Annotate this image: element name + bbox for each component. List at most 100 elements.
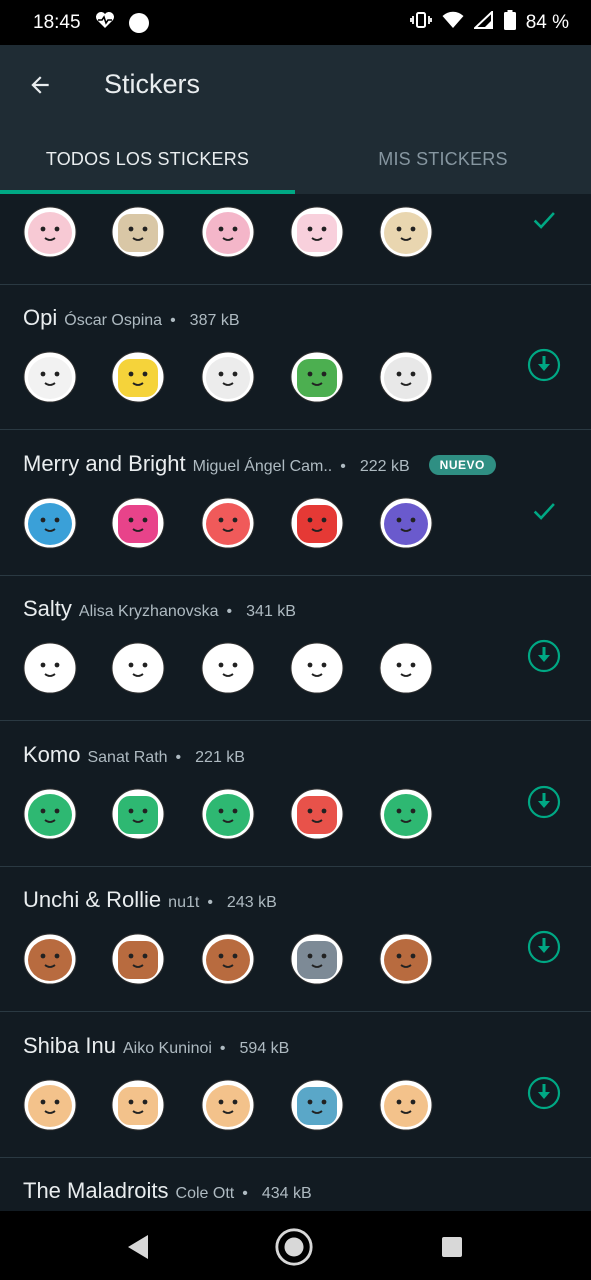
sticker-bear-hi[interactable] (20, 200, 80, 260)
download-button[interactable] (526, 638, 562, 674)
sticker-pack-row[interactable]: Opi Óscar Ospina • 387 kB (0, 285, 591, 430)
separator-dot: • (170, 312, 176, 329)
sticker-shiba-house[interactable] (287, 1073, 347, 1133)
sticker-dino-party[interactable] (108, 782, 168, 842)
sticker-opi-yellow[interactable] (108, 345, 168, 405)
sticker-pack-row[interactable] (0, 194, 591, 285)
pack-author: Óscar Ospina (64, 312, 163, 329)
sticker-santa[interactable] (287, 491, 347, 551)
download-button[interactable] (526, 784, 562, 820)
sticker-shiba-play[interactable] (376, 1073, 436, 1133)
installed-check-icon (526, 202, 562, 238)
pack-header: Unchi & Rollie nu1t • 243 kB (23, 887, 277, 913)
download-button[interactable] (526, 347, 562, 383)
separator-dot: • (242, 1185, 248, 1202)
sticker-dino-sleep[interactable] (198, 782, 258, 842)
wifi-icon (442, 11, 464, 35)
pack-name: Komo (23, 741, 81, 767)
sticker-face-1[interactable] (20, 636, 80, 696)
sticker-opi-bike[interactable] (198, 345, 258, 405)
triangle-back-icon (128, 1235, 148, 1259)
pack-author: Alisa Kryzhanovska (78, 603, 219, 620)
sticker-shiba-scared[interactable] (198, 1073, 258, 1133)
sticker-bear-ok[interactable] (287, 200, 347, 260)
sticker-pack-row[interactable]: Shiba Inu Aiko Kuninoi • 594 kB (0, 1013, 591, 1158)
download-button[interactable] (526, 929, 562, 965)
pack-header: Merry and Bright Miguel Ángel Cam.. • 222 k… (23, 451, 496, 477)
sticker-dino-cake[interactable] (376, 782, 436, 842)
navigation-bar (0, 1211, 591, 1280)
pack-header: Salty Alisa Kryzhanovska • 341 kB (23, 596, 296, 622)
sticker-dino-fire[interactable] (287, 782, 347, 842)
sticker-capy-sleep[interactable] (287, 927, 347, 987)
pack-header: Opi Óscar Ospina • 387 kB (23, 305, 239, 331)
pack-size: 387 kB (189, 312, 240, 329)
separator-dot: • (219, 1039, 226, 1057)
vibrate-icon (409, 11, 432, 35)
square-recents-icon (442, 1237, 462, 1257)
sticker-capy-love[interactable] (20, 927, 80, 987)
circle-home-icon (275, 1228, 313, 1266)
tab-my-stickers[interactable]: MIS STICKERS (295, 149, 591, 179)
separator-dot: • (175, 748, 182, 766)
download-button[interactable] (526, 1075, 562, 1111)
sticker-hug[interactable] (20, 491, 80, 551)
download-icon (527, 930, 561, 964)
sticker-face-4[interactable] (287, 636, 347, 696)
sticker-bear-sandwich[interactable] (376, 200, 436, 260)
app-bar: Stickers TODOS LOS STICKERS MIS STICKERS (0, 45, 591, 194)
sticker-crowd[interactable] (108, 491, 168, 551)
sticker-bear-teddy[interactable] (108, 200, 168, 260)
pack-size: 434 kB (261, 1185, 312, 1202)
download-icon (527, 1076, 561, 1109)
download-icon (527, 639, 561, 673)
signal-icon (472, 9, 494, 35)
nav-home-button[interactable] (274, 1227, 314, 1267)
sticker-dino-heart[interactable] (20, 782, 80, 842)
sticker-shiba-eat[interactable] (108, 1073, 168, 1133)
circle-icon (128, 12, 149, 33)
sticker-woman-drink[interactable] (376, 491, 436, 551)
pack-size: 221 kB (195, 748, 245, 766)
back-button[interactable] (22, 67, 58, 103)
page-title: Stickers (104, 69, 201, 99)
sticker-pack-row[interactable]: Komo Sanat Rath • 221 kB (0, 722, 591, 867)
sticker-capy-no[interactable] (108, 927, 168, 987)
pack-name: Shiba Inu (23, 1032, 116, 1058)
sticker-opi-bell[interactable] (376, 345, 436, 405)
tab-all-stickers[interactable]: TODOS LOS STICKERS (0, 149, 295, 179)
separator-dot: • (207, 894, 213, 911)
nav-recents-button[interactable] (432, 1227, 472, 1267)
pack-author: Aiko Kuninoi (122, 1039, 212, 1057)
pack-author: Miguel Ángel Cam.. (192, 457, 333, 475)
pack-author: Cole Ott (175, 1185, 235, 1202)
pack-author: Sanat Rath (87, 748, 168, 766)
nav-back-button[interactable] (118, 1227, 158, 1267)
sticker-face-3[interactable] (198, 636, 258, 696)
sticker-pack-list[interactable]: Opi Óscar Ospina • 387 kB Merry and Bright Mi… (0, 194, 591, 1211)
pack-size: 341 kB (246, 603, 296, 620)
pack-name: Opi (23, 305, 58, 330)
pack-size: 222 kB (359, 457, 410, 475)
sticker-shiba-bark[interactable] (20, 1073, 80, 1133)
sticker-pack-row[interactable]: Salty Alisa Kryzhanovska • 341 kB (0, 576, 591, 721)
sticker-juggler[interactable] (198, 491, 258, 551)
separator-dot: • (340, 457, 346, 475)
download-icon (527, 348, 561, 382)
battery-icon (503, 9, 516, 36)
heart-monitor-icon (95, 11, 115, 35)
pack-header: Komo Sanat Rath • 221 kB (23, 742, 245, 768)
sticker-pack-row[interactable]: The Maladroits Cole Ott • 434 kB (0, 1158, 591, 1211)
sticker-capy-angry[interactable] (376, 927, 436, 987)
sticker-opi-box[interactable] (20, 345, 80, 405)
sticker-pack-row[interactable]: Unchi & Rollie nu1t • 243 kB (0, 867, 591, 1012)
new-badge: NUEVO (428, 454, 496, 475)
status-bar: 18:45 84 % (0, 0, 591, 45)
pack-author: nu1t (168, 894, 200, 911)
sticker-opi-book[interactable] (287, 345, 347, 405)
sticker-capy-hug[interactable] (198, 927, 258, 987)
sticker-face-5[interactable] (376, 636, 436, 696)
sticker-face-2[interactable] (108, 636, 168, 696)
sticker-pack-row[interactable]: Merry and Bright Miguel Ángel Cam.. • 222 k… (0, 431, 591, 576)
sticker-bear-question[interactable] (198, 200, 258, 260)
